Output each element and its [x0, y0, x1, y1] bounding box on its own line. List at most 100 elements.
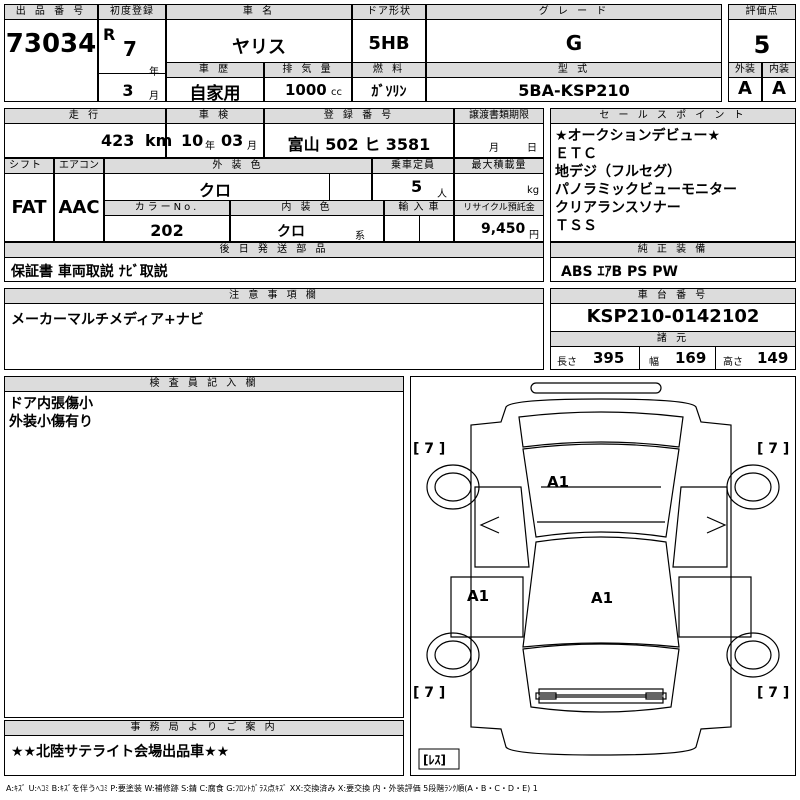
max-load-box: 最大積載量 kg	[454, 158, 544, 202]
model: 5BA-KSP210	[518, 81, 630, 100]
score: 5	[753, 31, 771, 59]
rear-bumper	[538, 688, 664, 696]
era-mark: R	[103, 25, 116, 44]
chassis-header: 車 台 番 号	[551, 289, 795, 304]
int-color-box: 内 装 色 クロ 系	[230, 200, 384, 242]
inspection-year-unit: 年	[205, 141, 215, 152]
grade-box: グ レ ー ド G	[426, 4, 722, 66]
width-label: 幅	[649, 357, 659, 368]
displacement-box: 排 気 量 1000 cc	[264, 62, 352, 102]
interior-grade-header: 内装	[763, 63, 795, 78]
displacement-unit: cc	[331, 87, 342, 98]
left-rear-door	[450, 576, 524, 638]
tread-front-right: [ 7 ]	[757, 441, 789, 457]
office-note: ★★北陸サテライト会場出品車★★	[11, 744, 230, 760]
exterior-grade-box: 外装 A	[728, 62, 762, 102]
genuine-equipment-box: 純 正 装 備 ABS ｴｱB PS PW	[550, 242, 796, 282]
sales-point-item: ＴＳＳ	[555, 218, 597, 234]
sales-point-header: セ ー ル ス ポ イ ン ト	[551, 109, 795, 124]
color-no: 202	[150, 221, 184, 240]
sales-point-list: ★オークションデビュー★ ＥＴＣ 地デジ（フルセグ） パノラミックビューモニター クリア…	[555, 127, 737, 235]
int-color: クロ	[277, 224, 305, 240]
tread-rear-right: [ 7 ]	[757, 685, 789, 701]
transfer-docs-box: 譲渡書類期限 月 日	[454, 108, 544, 158]
first-registration-month: 3	[122, 81, 134, 100]
inspection-year: 10	[181, 131, 204, 150]
history-box: 車 歴 自家用	[166, 62, 264, 104]
later-parts: 保証書 車両取説 ﾅﾋﾞ取説	[11, 264, 168, 280]
length: 395	[593, 349, 625, 367]
year-unit: 年	[149, 67, 159, 78]
sales-point-item: ★オークションデビュー★	[555, 128, 721, 144]
genuine-equipment-header: 純 正 装 備	[551, 243, 795, 258]
car-name-box: 車 名 ヤリス	[166, 4, 352, 66]
chassis-number: KSP210-0142102	[586, 306, 760, 327]
notes: メーカーマルチメディア+ナビ	[11, 312, 204, 328]
first-registration-year: 7	[123, 37, 137, 61]
specs-header: 諸 元	[551, 331, 795, 347]
capacity: 5	[411, 177, 423, 196]
lot-number-box: 出 品 番 号 73034	[4, 4, 98, 102]
color-no-header: カラーNo.	[105, 201, 229, 216]
car-diagram: [ 7 ] [ 7 ] [ 7 ] [ 7 ] [ﾚｽ] A1 A1 A1	[413, 382, 789, 770]
capacity-header: 乗車定員	[373, 159, 453, 174]
recycle-fee: 9,450	[481, 221, 526, 237]
recycle-unit: 円	[529, 230, 539, 241]
reg-number-header: 登 録 番 号	[265, 109, 453, 124]
lot-number-header: 出 品 番 号	[5, 5, 97, 20]
front-bumper	[530, 382, 662, 394]
fuel: ｶﾞｿﾘﾝ	[371, 84, 407, 100]
mileage-header: 走 行	[5, 109, 165, 124]
sales-point-item: パノラミックビューモニター	[555, 182, 737, 198]
notes-box: 注 意 事 項 欄 メーカーマルチメディア+ナビ	[4, 288, 544, 370]
aircon-box: エアコン AAC	[54, 158, 104, 242]
int-color-unit: 系	[355, 231, 365, 242]
fuel-header: 燃 料	[353, 63, 425, 78]
color-no-box: カラーNo. 202	[104, 200, 230, 242]
length-label: 長さ	[557, 357, 577, 368]
displacement-header: 排 気 量	[265, 63, 351, 78]
later-parts-box: 後 日 発 送 部 品 保証書 車両取説 ﾅﾋﾞ取説	[4, 242, 544, 282]
transfer-day-unit: 日	[527, 143, 537, 154]
displacement: 1000	[285, 81, 327, 99]
capacity-unit: 人	[437, 189, 447, 200]
import-box: 輸 入 車	[384, 200, 454, 242]
ext-color: クロ	[198, 181, 231, 200]
reg-number: 富山 502 ヒ 3581	[287, 135, 431, 154]
exterior-grade-header: 外装	[729, 63, 761, 78]
later-parts-header: 後 日 発 送 部 品	[5, 243, 543, 258]
legend: A:ｷｽﾞ U:ﾍｺﾐ B:ｷｽﾞを伴うﾍｺﾐ P:要塗装 W:補修跡 S:錆 …	[6, 784, 538, 793]
inspector-note-item: ドア内張傷小	[9, 396, 93, 412]
first-registration-header: 初度登録	[99, 5, 165, 20]
month-unit: 月	[149, 91, 159, 102]
damage-mark-left-door: A1	[467, 587, 489, 605]
tread-rear-left: [ 7 ]	[413, 685, 445, 701]
hood	[518, 411, 684, 448]
damage-mark-center: A1	[591, 589, 613, 607]
interior-grade: A	[772, 78, 786, 99]
height-label: 高さ	[723, 357, 743, 368]
sales-point-item: クリアランスソナー	[555, 200, 681, 216]
genuine-equipment: ABS ｴｱB PS PW	[561, 264, 678, 280]
inspector-box: 検 査 員 記 入 欄 ドア内張傷小 外装小傷有り	[4, 376, 404, 718]
chassis-box: 車 台 番 号 KSP210-0142102 諸 元 長さ 395 幅 169 …	[550, 288, 796, 370]
aircon: AAC	[58, 197, 100, 218]
inspection-month-unit: 月	[247, 141, 257, 152]
right-rear-door	[678, 576, 752, 638]
mileage-box: 走 行 423 km	[4, 108, 172, 158]
capacity-box: 乗車定員 5 人	[372, 158, 454, 202]
shift-box: シフト FAT	[4, 158, 54, 242]
door-type-box: ドア形状 5HB	[352, 4, 426, 66]
trunk	[522, 643, 680, 713]
notes-header: 注 意 事 項 欄	[5, 289, 543, 304]
model-box: 型 式 5BA-KSP210	[426, 62, 722, 102]
door-type: 5HB	[368, 33, 410, 54]
sales-point-item: ＥＴＣ	[555, 146, 597, 162]
sales-point-item: 地デジ（フルセグ）	[555, 164, 681, 180]
fuel-box: 燃 料 ｶﾞｿﾘﾝ	[352, 62, 426, 102]
sales-point-box: セ ー ル ス ポ イ ン ト ★オークションデビュー★ ＥＴＣ 地デジ（フルセグ）…	[550, 108, 796, 242]
exterior-grade: A	[738, 78, 752, 99]
model-header: 型 式	[427, 63, 721, 78]
score-header: 評価点	[729, 5, 795, 20]
mileage: 423	[101, 131, 135, 150]
